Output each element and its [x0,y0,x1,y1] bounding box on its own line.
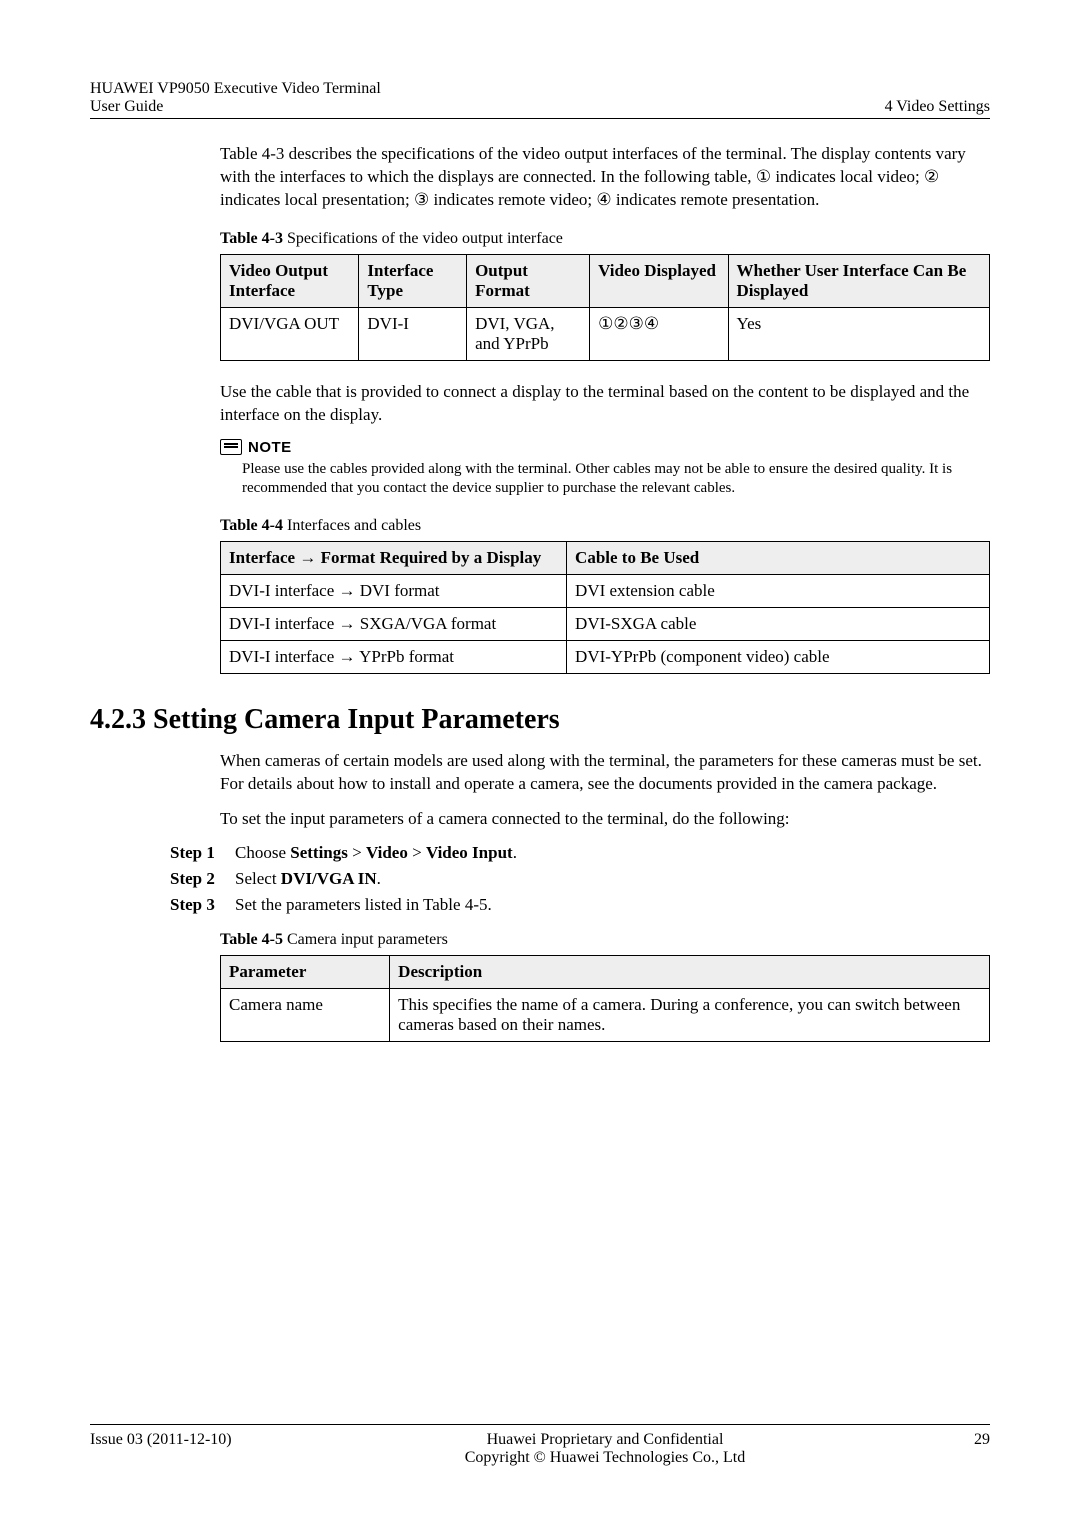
footer-rule [90,1424,990,1431]
page-header: HUAWEI VP9050 Executive Video Terminal U… [90,80,990,119]
note-body: Please use the cables provided along wit… [242,460,990,499]
main-content: Table 4-3 describes the specifications o… [220,143,990,1062]
table43-h4: Video Displayed [590,254,728,307]
table-row: DVI-I interface → YPrPb format DVI-YPrPb… [221,640,990,673]
table43-h5: Whether User Interface Can Be Displayed [728,254,990,307]
note-block: NOTE Please use the cables provided alon… [220,439,990,499]
table44-caption-rest: Interfaces and cables [283,517,421,534]
step1-b3: Video Input [426,843,513,862]
table-header-row: Interface → Format Required by a Display… [221,541,990,574]
header-chapter: 4 Video Settings [885,80,990,116]
table45-r1c1: Camera name [221,988,390,1041]
intro-text-b: indicates local video; [771,167,924,186]
step-2: Step 2 Select DVI/VGA IN. [170,869,990,889]
table45-caption-rest: Camera input parameters [283,931,448,948]
table43-caption: Table 4-3 Specifications of the video ou… [220,230,990,248]
table44-caption-bold: Table 4-4 [220,517,283,534]
step2-b: DVI/VGA IN [281,869,377,888]
table43-h2: Interface Type [359,254,467,307]
step1-b1: Settings [290,843,348,862]
table43-h1: Video Output Interface [221,254,359,307]
table43-r1c4: ①②③④ [590,307,728,360]
step1-text: Choose Settings > Video > Video Input. [235,843,517,863]
table-row: DVI-I interface → SXGA/VGA format DVI-SX… [221,607,990,640]
table43-r1c3: DVI, VGA, and YPrPb [467,307,590,360]
table45-h1: Parameter [221,955,390,988]
step2-a: Select [235,869,281,888]
table-row: DVI/VGA OUT DVI-I DVI, VGA, and YPrPb ①②… [221,307,990,360]
footer-center2: Copyright © Huawei Technologies Co., Ltd [250,1449,960,1467]
header-doc: User Guide [90,98,381,116]
table44-h1: Interface → Format Required by a Display [221,541,567,574]
table44-caption: Table 4-4 Interfaces and cables [220,517,990,535]
table43: Video Output Interface Interface Type Ou… [220,254,990,361]
section-p1: When cameras of certain models are used … [220,750,990,796]
section-p2: To set the input parameters of a camera … [220,808,990,831]
table43-h3: Output Format [467,254,590,307]
footer-wrap: Issue 03 (2011-12-10) Huawei Proprietary… [90,1394,990,1467]
table-row: DVI-I interface → DVI format DVI extensi… [221,574,990,607]
step1-b2: Video [366,843,408,862]
table44-r3c2: DVI-YPrPb (component video) cable [567,640,990,673]
step2-end: . [377,869,381,888]
footer-center1: Huawei Proprietary and Confidential [250,1431,960,1449]
table-row: Camera name This specifies the name of a… [221,988,990,1041]
table44-h2: Cable to Be Used [567,541,990,574]
para-cable: Use the cable that is provided to connec… [220,381,990,427]
circled-3: ③ [414,190,429,209]
table43-r1c5: Yes [728,307,990,360]
step2-label: Step 2 [170,869,225,889]
table45-caption: Table 4-5 Camera input parameters [220,931,990,949]
page-footer: Issue 03 (2011-12-10) Huawei Proprietary… [90,1431,990,1467]
table45-caption-bold: Table 4-5 [220,931,283,948]
circled-1: ① [756,167,771,186]
header-product: HUAWEI VP9050 Executive Video Terminal [90,80,381,98]
footer-page-number: 29 [960,1431,990,1449]
footer-center: Huawei Proprietary and Confidential Copy… [250,1431,960,1467]
header-left: HUAWEI VP9050 Executive Video Terminal U… [90,80,381,116]
step1-sep1: > [348,843,366,862]
step-3: Step 3 Set the parameters listed in Tabl… [170,895,990,915]
table-header-row: Video Output Interface Interface Type Ou… [221,254,990,307]
table45: Parameter Description Camera name This s… [220,955,990,1042]
table45-r1c2: This specifies the name of a camera. Dur… [390,988,990,1041]
header-chapter-text: 4 Video Settings [885,98,990,116]
table44: Interface → Format Required by a Display… [220,541,990,674]
table44-r1c2: DVI extension cable [567,574,990,607]
step3-text: Set the parameters listed in Table 4-5. [235,895,492,915]
step1-a: Choose [235,843,290,862]
steps-list: Step 1 Choose Settings > Video > Video I… [170,843,990,915]
section-heading-423: 4.2.3 Setting Camera Input Parameters [90,704,990,736]
step1-sep2: > [408,843,426,862]
circled-2: ② [924,167,939,186]
table44-r2c2: DVI-SXGA cable [567,607,990,640]
intro-text-c: indicates local presentation; [220,190,414,209]
footer-issue: Issue 03 (2011-12-10) [90,1431,250,1449]
table45-h2: Description [390,955,990,988]
note-icon [220,439,242,455]
step1-label: Step 1 [170,843,225,863]
table44-r2c1: DVI-I interface → SXGA/VGA format [221,607,567,640]
intro-text-d: indicates remote video; [429,190,596,209]
note-label: NOTE [248,439,292,456]
table44-r1c1: DVI-I interface → DVI format [221,574,567,607]
table43-caption-rest: Specifications of the video output inter… [283,230,563,247]
table-header-row: Parameter Description [221,955,990,988]
circled-4: ④ [596,190,611,209]
intro-paragraph: Table 4-3 describes the specifications o… [220,143,990,212]
table43-caption-bold: Table 4-3 [220,230,283,247]
table43-r1c1: DVI/VGA OUT [221,307,359,360]
table44-r3c1: DVI-I interface → YPrPb format [221,640,567,673]
note-heading: NOTE [220,439,990,456]
step-1: Step 1 Choose Settings > Video > Video I… [170,843,990,863]
intro-text-e: indicates remote presentation. [612,190,820,209]
step2-text: Select DVI/VGA IN. [235,869,381,889]
step1-end: . [513,843,517,862]
step3-label: Step 3 [170,895,225,915]
table43-r1c2: DVI-I [359,307,467,360]
